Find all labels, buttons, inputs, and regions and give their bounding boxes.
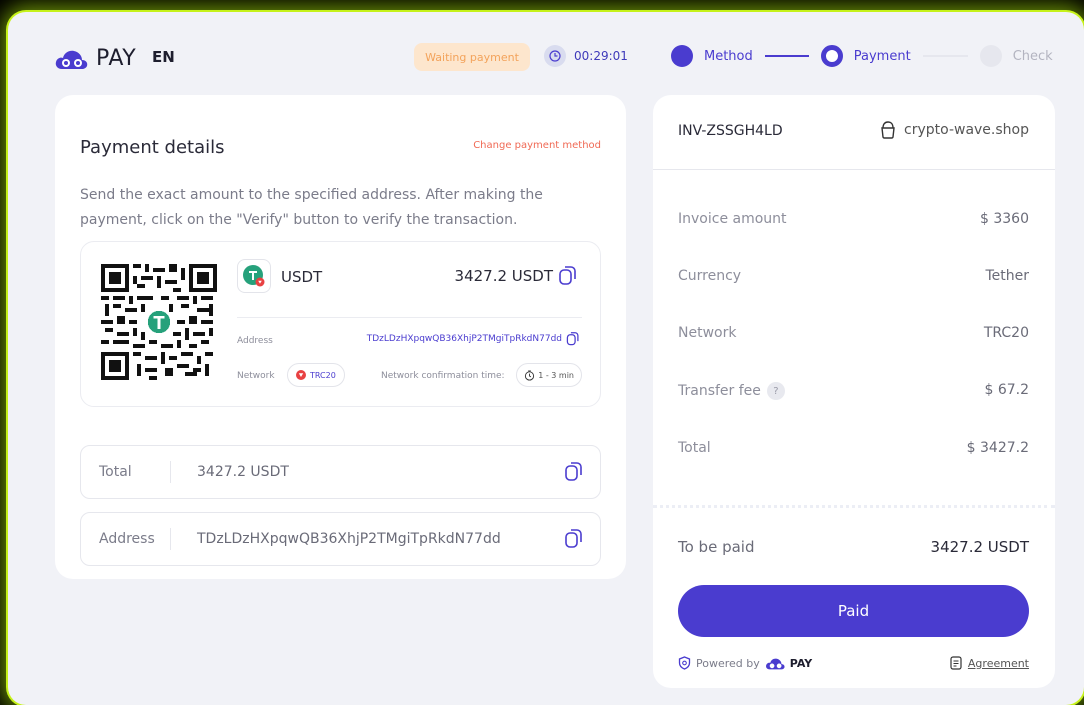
wallet-address-value: TDzLDzHXpqwQB36XhjP2TMgiTpRkdN77dd (366, 334, 562, 344)
step-connector (922, 55, 968, 57)
step-payment-dot (820, 45, 843, 67)
logo-text: PAY (96, 46, 137, 71)
coin-name: USDT (281, 268, 323, 286)
document-icon (950, 656, 962, 670)
help-icon[interactable]: ? (766, 382, 785, 400)
confirmation-time: 1 - 3 min (538, 370, 574, 380)
payment-qr-panel: USDT 3427.2 USDT Address TDzLDzHXpqwQB36… (80, 241, 601, 407)
clock-icon (544, 45, 566, 67)
shield-icon (678, 656, 691, 670)
shop-name-text: crypto-wave.shop (904, 122, 1029, 138)
address-field: Address TDzLDzHXpqwQB36XhjP2TMgiTpRkdN77… (80, 512, 601, 566)
payment-window: PAY EN Waiting payment 00:29:01 Method P… (8, 12, 1084, 705)
copy-icon[interactable] (564, 528, 584, 550)
total-field-label: Total (81, 461, 171, 483)
invoice-header: INV-ZSSGH4LD crypto-wave.shop (653, 95, 1055, 170)
tron-icon (296, 370, 306, 380)
network-badge-text: TRC20 (310, 370, 336, 380)
step-connector (764, 55, 809, 57)
powered-by: Powered by PAY (678, 656, 812, 670)
invoice-row-label-wrap: Transfer fee? (678, 382, 785, 400)
network-label: Network (237, 371, 275, 381)
invoice-card: INV-ZSSGH4LD crypto-wave.shop Invoice am… (653, 95, 1055, 688)
status-badge: Waiting payment (414, 43, 530, 71)
invoice-row-value: $ 3360 (980, 211, 1029, 227)
invoice-row: Transfer fee? $ 67.2 (678, 382, 1029, 400)
divider (237, 317, 582, 318)
copy-icon[interactable] (566, 331, 580, 347)
copy-icon[interactable] (558, 265, 578, 287)
invoice-id: INV-ZSSGH4LD (678, 123, 783, 139)
timer-icon (525, 369, 535, 381)
invoice-row-label: Transfer fee (678, 383, 761, 399)
copy-icon[interactable] (564, 461, 584, 483)
total-field: Total 3427.2 USDT (80, 445, 601, 499)
payment-details-card: Payment details Change payment method Se… (55, 95, 626, 579)
invoice-row: Currency Tether (678, 268, 1029, 284)
step-method-dot (671, 45, 693, 67)
invoice-row-value: $ 3427.2 (966, 440, 1029, 456)
coin-amount-value: 3427.2 USDT (454, 267, 553, 285)
invoice-row-value: TRC20 (983, 325, 1029, 341)
cloud-logo-icon (765, 658, 785, 669)
invoice-row-value: Tether (985, 268, 1029, 284)
invoice-row-label: Total (678, 440, 711, 456)
invoice-row: Network TRC20 (678, 325, 1029, 341)
total-field-value: 3427.2 USDT (197, 464, 289, 480)
timer-value: 00:29:01 (574, 49, 628, 63)
wallet-address: TDzLDzHXpqwQB36XhjP2TMgiTpRkdN77dd (367, 331, 580, 347)
pay-logo: PAY (54, 46, 136, 71)
powered-by-text: Powered by (696, 656, 760, 670)
confirmation-label: Network confirmation time: (381, 371, 505, 381)
confirmation-time-badge: 1 - 3 min (516, 363, 582, 387)
payment-details-title: Payment details (80, 137, 225, 158)
invoice-row-label: Invoice amount (678, 211, 787, 227)
agreement-link-text[interactable]: Agreement (968, 657, 1029, 670)
dotted-divider (653, 505, 1055, 508)
address-label: Address (237, 336, 273, 346)
bag-icon (881, 121, 895, 139)
cloud-logo-icon (55, 50, 88, 69)
agreement-link[interactable]: Agreement (950, 656, 1029, 670)
countdown-timer: 00:29:01 (544, 45, 628, 67)
language-switch[interactable]: EN (152, 48, 175, 66)
qr-code (101, 264, 217, 380)
tether-icon (237, 259, 271, 293)
step-method-label: Method (704, 48, 753, 64)
progress-steps: Method Payment Check (671, 45, 1053, 67)
shop-name: crypto-wave.shop (880, 121, 1029, 139)
invoice-row-label: Currency (678, 268, 742, 284)
coin-amount: 3427.2 USDT (455, 265, 578, 287)
invoice-row: Invoice amount $ 3360 (678, 211, 1029, 227)
to-be-paid-value: 3427.2 USDT (930, 538, 1029, 556)
address-field-value: TDzLDzHXpqwQB36XhjP2TMgiTpRkdN77dd (197, 531, 501, 547)
invoice-row: Total $ 3427.2 (678, 440, 1029, 456)
invoice-row-value: $ 67.2 (984, 382, 1029, 398)
paid-button[interactable]: Paid (678, 585, 1029, 637)
address-field-label: Address (81, 528, 171, 550)
change-payment-method-link[interactable]: Change payment method (473, 140, 601, 151)
to-be-paid-row: To be paid 3427.2 USDT (678, 538, 1029, 556)
powered-by-brand: PAY (789, 656, 813, 670)
invoice-row-label: Network (678, 325, 737, 341)
step-check-dot (979, 45, 1002, 67)
step-payment-label: Payment (853, 48, 911, 64)
payment-instructions: Send the exact amount to the specified a… (80, 187, 543, 228)
to-be-paid-label: To be paid (678, 538, 755, 556)
step-check-label: Check (1012, 48, 1053, 64)
network-badge: TRC20 (287, 363, 345, 387)
